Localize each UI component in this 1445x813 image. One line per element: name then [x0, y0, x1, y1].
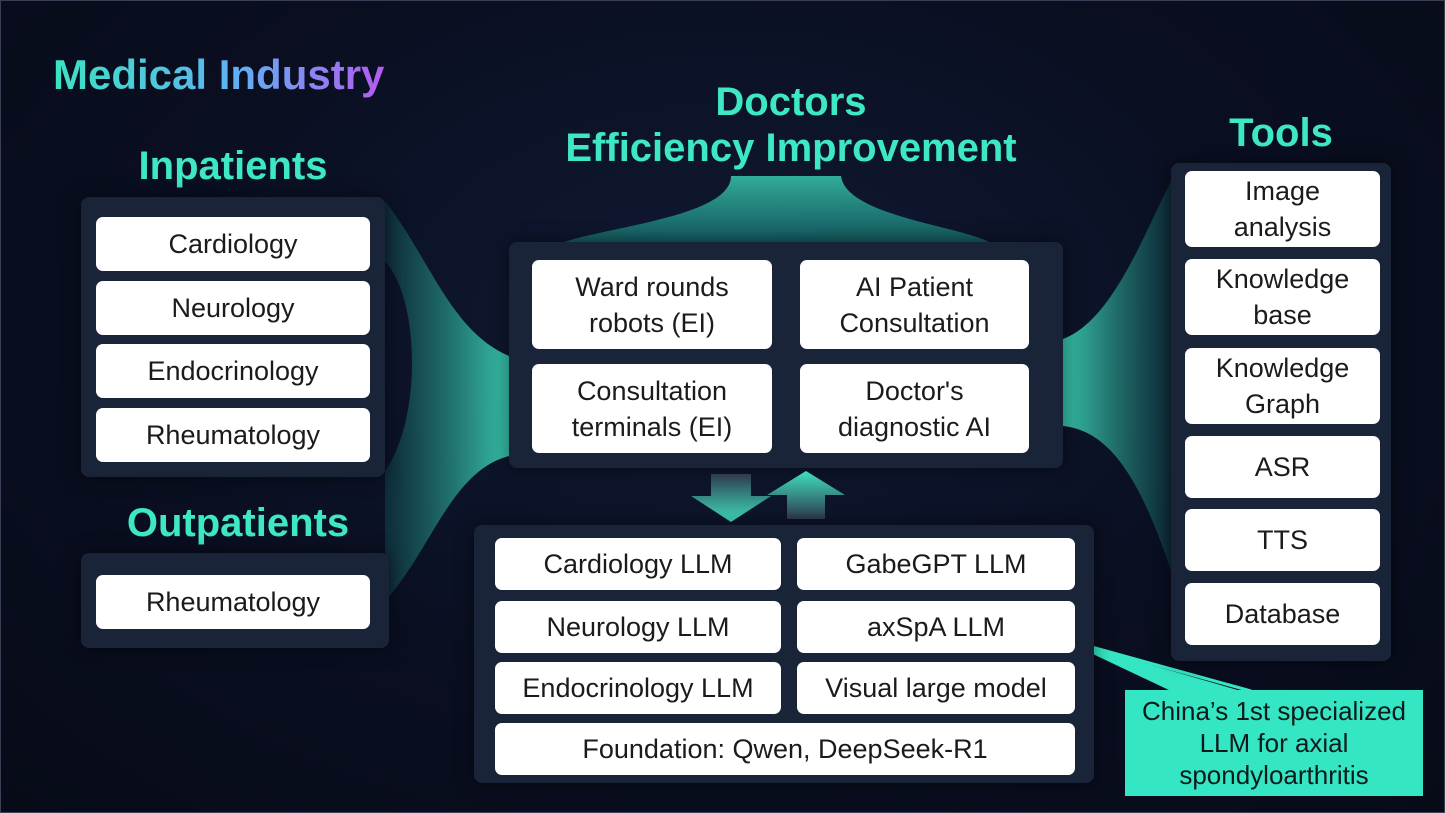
- doctors-item-line1: Consultation: [576, 375, 728, 406]
- model-item: Cardiology LLM: [495, 538, 781, 590]
- page-title: Medical Industry: [53, 51, 385, 98]
- tool-item-line1: Knowledge: [1215, 264, 1350, 294]
- model-item: GabeGPT LLM: [797, 538, 1075, 590]
- tool-item-line1: Image: [1244, 176, 1321, 206]
- callout-line3: spondyloarthritis: [1179, 760, 1369, 790]
- arrow-up-icon: [767, 471, 845, 519]
- doctors-item-line1: AI Patient: [855, 271, 974, 302]
- inpatients-panel: Cardiology Neurology Endocrinology Rheum…: [81, 197, 385, 477]
- doctors-item-line2: robots (EI): [588, 307, 716, 338]
- models-panel: Cardiology LLM GabeGPT LLM Neurology LLM…: [474, 525, 1094, 783]
- tool-item: TTS: [1185, 509, 1380, 571]
- inpatients-item: Neurology: [96, 281, 370, 335]
- tool-item-line2: base: [1253, 300, 1312, 330]
- foundation-item: Foundation: Qwen, DeepSeek-R1: [495, 723, 1075, 775]
- doctors-item-line1: Ward rounds: [575, 271, 729, 302]
- doctors-item-line2: diagnostic AI: [837, 411, 992, 442]
- inpatients-item: Rheumatology: [96, 408, 370, 462]
- inpatients-item: Endocrinology: [96, 344, 370, 398]
- model-item: Neurology LLM: [495, 601, 781, 653]
- tool-item: ASR: [1185, 436, 1380, 498]
- doctors-item: Doctor's diagnostic AI: [800, 364, 1029, 453]
- inpatients-item: Cardiology: [96, 217, 370, 271]
- tool-item: Database: [1185, 583, 1380, 645]
- model-item: axSpA LLM: [797, 601, 1075, 653]
- doctors-heading-line1: Doctors: [715, 80, 867, 124]
- doctors-heading-line2: Efficiency Improvement: [565, 126, 1017, 170]
- tool-item-line1: Database: [1224, 599, 1341, 629]
- diagram-canvas: Medical Industry Inpatients Cardiology N…: [0, 0, 1445, 813]
- outpatients-item: Rheumatology: [96, 575, 370, 629]
- arrow-down-icon: [691, 474, 771, 522]
- doctors-item: Consultation terminals (EI): [532, 364, 772, 453]
- axspa-callout: China’s 1st specialized LLM for axial sp…: [1125, 690, 1423, 796]
- callout-line2: LLM for axial: [1199, 728, 1349, 758]
- doctors-item: AI Patient Consultation: [800, 260, 1029, 349]
- doctors-item-line2: terminals (EI): [571, 411, 733, 442]
- doctors-heading: Doctors Efficiency Improvement: [481, 79, 1101, 171]
- model-item: Endocrinology LLM: [495, 662, 781, 714]
- model-item: Visual large model: [797, 662, 1075, 714]
- tool-item-line2: analysis: [1233, 212, 1332, 242]
- tool-item: Knowledge base: [1185, 259, 1380, 335]
- outpatients-heading: Outpatients: [126, 501, 350, 545]
- doctors-item: Ward rounds robots (EI): [532, 260, 772, 349]
- tools-heading: Tools: [1229, 111, 1333, 155]
- tool-item-line1: ASR: [1254, 452, 1311, 482]
- doctors-item-line2: Consultation: [839, 307, 990, 338]
- tool-item-line2: Graph: [1244, 389, 1321, 419]
- glow-right: [1063, 181, 1171, 571]
- tool-item-line1: TTS: [1257, 525, 1308, 555]
- tool-item-line1: Knowledge: [1215, 353, 1350, 383]
- outpatients-panel: Rheumatology: [81, 553, 389, 648]
- callout-line1: China’s 1st specialized: [1142, 696, 1406, 726]
- doctors-panel: Ward rounds robots (EI) AI Patient Consu…: [509, 242, 1063, 468]
- tools-panel: Image analysis Knowledge base Knowledge …: [1171, 163, 1391, 661]
- doctors-item-line1: Doctor's: [865, 375, 964, 406]
- tool-item: Knowledge Graph: [1185, 348, 1380, 424]
- inpatients-heading: Inpatients: [138, 144, 328, 188]
- tool-item: Image analysis: [1185, 171, 1380, 247]
- glow-top: [561, 176, 991, 243]
